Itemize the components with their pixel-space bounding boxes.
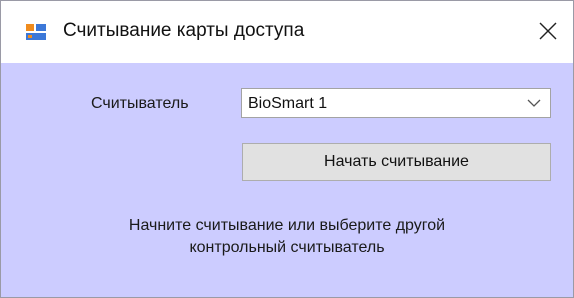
close-button[interactable] xyxy=(527,11,569,51)
title-bar[interactable]: Считывание карты доступа xyxy=(1,1,573,63)
instruction-message: Начните считывание или выберите другой к… xyxy=(37,215,537,259)
start-reading-button[interactable]: Начать считывание xyxy=(242,143,551,181)
reader-select[interactable]: BioSmart 1 xyxy=(241,88,551,118)
close-icon xyxy=(539,22,557,40)
app-window-icon xyxy=(26,24,46,40)
dialog-window: Считывание карты доступа Считыватель Bio… xyxy=(0,0,574,298)
dialog-body: Считыватель BioSmart 1 Начать считывание… xyxy=(1,63,573,297)
reader-label: Считыватель xyxy=(91,95,189,112)
chevron-down-icon xyxy=(527,99,541,107)
instruction-line-1: Начните считывание или выберите другой xyxy=(128,217,446,234)
window-title: Считывание карты доступа xyxy=(63,20,305,41)
reader-select-value: BioSmart 1 xyxy=(248,95,328,112)
instruction-line-2: контрольный считыватель xyxy=(189,239,385,256)
